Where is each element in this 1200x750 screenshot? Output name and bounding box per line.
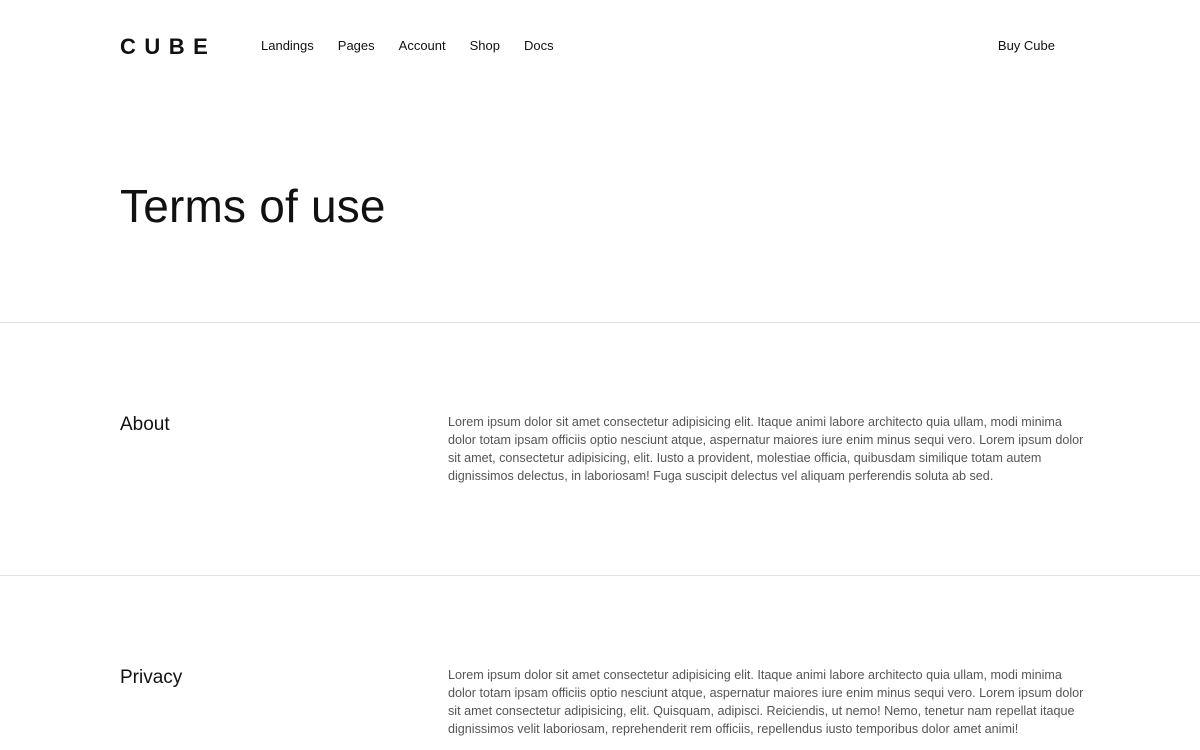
page: CUBE Landings Pages Account Shop Docs Bu… (0, 0, 1200, 750)
section-divider (0, 575, 1200, 576)
nav-item-docs[interactable]: Docs (524, 38, 554, 54)
section-text-about: Lorem ipsum dolor sit amet consectetur a… (448, 415, 1084, 483)
section-heading-about: About (120, 414, 170, 435)
buy-cube-link[interactable]: Buy Cube (998, 38, 1055, 54)
nav-item-shop[interactable]: Shop (470, 38, 500, 54)
section-text-privacy: Lorem ipsum dolor sit amet consectetur a… (448, 668, 1084, 736)
nav-item-account[interactable]: Account (399, 38, 446, 54)
site-header: CUBE Landings Pages Account Shop Docs Bu… (0, 0, 1200, 92)
page-title: Terms of use (120, 180, 386, 232)
brand-logo[interactable]: CUBE (120, 35, 216, 59)
nav-item-landings[interactable]: Landings (261, 38, 314, 54)
section-divider (0, 322, 1200, 323)
nav-item-pages[interactable]: Pages (338, 38, 375, 54)
main-nav: Landings Pages Account Shop Docs (261, 38, 578, 54)
section-heading-privacy: Privacy (120, 667, 183, 688)
